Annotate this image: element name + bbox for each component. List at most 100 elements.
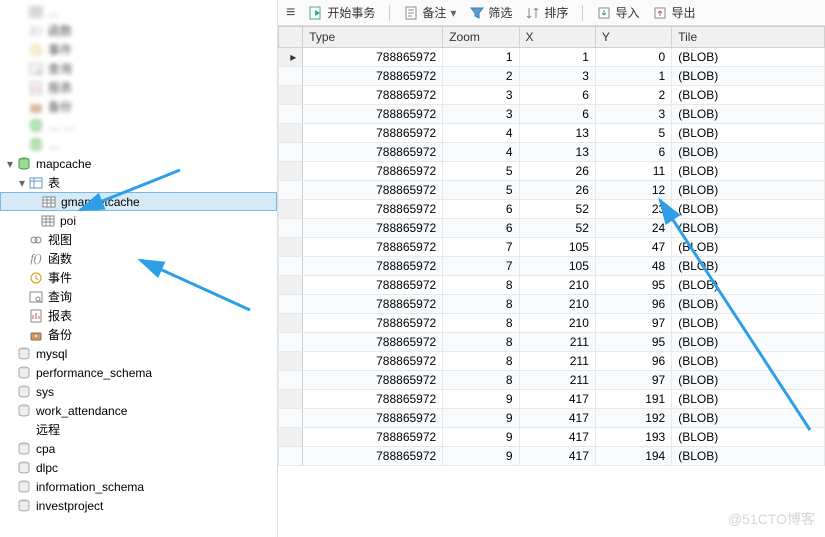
row-indicator — [279, 219, 303, 238]
db-tree-sidebar: …f()函数事件查询报表备份… ……▾mapcache▾表gmapnetcach… — [0, 0, 278, 537]
row-indicator — [279, 86, 303, 105]
row-indicator — [279, 105, 303, 124]
tree-db-mysql[interactable]: mysql — [0, 344, 277, 363]
tree-tables[interactable]: ▾表 — [0, 173, 277, 192]
table-row[interactable]: 78886597252611(BLOB) — [279, 162, 825, 181]
table-row[interactable]: 7888659724135(BLOB) — [279, 124, 825, 143]
row-indicator — [279, 200, 303, 219]
table-row[interactable]: 788865972821195(BLOB) — [279, 333, 825, 352]
main-panel: ≡ 开始事务 备注 ▾ 筛选 排序 导入 导出 TypeZoomXYTile▸7… — [278, 0, 825, 537]
event-icon — [28, 270, 44, 286]
tree-reports[interactable]: 报表 — [0, 306, 277, 325]
table-row[interactable]: 788865972821095(BLOB) — [279, 276, 825, 295]
tree-db-sys[interactable]: sys — [0, 382, 277, 401]
table-row[interactable]: ▸788865972110(BLOB) — [279, 48, 825, 67]
tree-db-cpa[interactable]: cpa — [0, 439, 277, 458]
row-indicator — [279, 124, 303, 143]
row-indicator — [279, 352, 303, 371]
tree-db-perf[interactable]: performance_schema — [0, 363, 277, 382]
tree-blurred-0[interactable]: … — [0, 2, 277, 21]
row-indicator — [279, 67, 303, 86]
tree-functions[interactable]: f()函数 — [0, 249, 277, 268]
row-indicator — [279, 314, 303, 333]
table-row[interactable]: 788865972821096(BLOB) — [279, 295, 825, 314]
query-icon — [28, 61, 44, 77]
tree-blurred-3[interactable]: 查询 — [0, 59, 277, 78]
tables-icon — [28, 175, 44, 191]
row-indicator: ▸ — [279, 48, 303, 67]
row-indicator — [279, 295, 303, 314]
table-row[interactable]: 7888659729417192(BLOB) — [279, 409, 825, 428]
row-indicator — [279, 447, 303, 466]
table-row[interactable]: 7888659724136(BLOB) — [279, 143, 825, 162]
table-row[interactable]: 7888659729417194(BLOB) — [279, 447, 825, 466]
sort-button[interactable]: 排序 — [526, 4, 568, 21]
note-button[interactable]: 备注 ▾ — [404, 4, 456, 21]
tree-db-dlpc[interactable]: dlpc — [0, 458, 277, 477]
watermark: @51CTO博客 — [728, 509, 815, 529]
dbgrey-icon — [16, 441, 32, 457]
tree-remote-label[interactable]: 远程 — [0, 420, 277, 439]
table-row[interactable]: 7888659729417193(BLOB) — [279, 428, 825, 447]
dbgrey-icon — [16, 498, 32, 514]
null-icon — [16, 422, 32, 438]
db-icon — [16, 156, 32, 172]
start-transaction-button[interactable]: 开始事务 — [309, 4, 375, 21]
report-icon — [28, 308, 44, 324]
tree-events[interactable]: 事件 — [0, 268, 277, 287]
table-row[interactable]: 78886597265223(BLOB) — [279, 200, 825, 219]
tree-blurred-2[interactable]: 事件 — [0, 40, 277, 59]
col-y[interactable]: Y — [595, 27, 671, 48]
data-grid[interactable]: TypeZoomXYTile▸788865972110(BLOB)7888659… — [278, 26, 825, 537]
tree-blurred-6[interactable]: … … — [0, 116, 277, 135]
dbgrey-icon — [16, 460, 32, 476]
menu-icon[interactable]: ≡ — [286, 4, 295, 22]
view-icon — [28, 232, 44, 248]
tree-db-work[interactable]: work_attendance — [0, 401, 277, 420]
table-row[interactable]: 788865972821197(BLOB) — [279, 371, 825, 390]
dbgrey-icon — [16, 403, 32, 419]
table-icon — [28, 4, 44, 20]
col-type[interactable]: Type — [303, 27, 443, 48]
table-row[interactable]: 788865972821196(BLOB) — [279, 352, 825, 371]
row-indicator — [279, 162, 303, 181]
report-icon — [28, 80, 44, 96]
row-indicator — [279, 276, 303, 295]
tree-views[interactable]: 视图 — [0, 230, 277, 249]
row-indicator — [279, 390, 303, 409]
tree-blurred-5[interactable]: 备份 — [0, 97, 277, 116]
table-row[interactable]: 788865972363(BLOB) — [279, 105, 825, 124]
tree-blurred-1[interactable]: f()函数 — [0, 21, 277, 40]
event-icon — [28, 42, 44, 58]
table-row[interactable]: 788865972362(BLOB) — [279, 86, 825, 105]
table-row[interactable]: 788865972231(BLOB) — [279, 67, 825, 86]
tree-db-invest[interactable]: investproject — [0, 496, 277, 515]
row-indicator — [279, 409, 303, 428]
dbgrey-icon — [16, 346, 32, 362]
tree-blurred-4[interactable]: 报表 — [0, 78, 277, 97]
col-tile[interactable]: Tile — [672, 27, 825, 48]
row-indicator — [279, 181, 303, 200]
tree-db-info[interactable]: information_schema — [0, 477, 277, 496]
import-button[interactable]: 导入 — [597, 4, 639, 21]
table-row[interactable]: 7888659729417191(BLOB) — [279, 390, 825, 409]
export-button[interactable]: 导出 — [653, 4, 695, 21]
table-row[interactable]: 78886597265224(BLOB) — [279, 219, 825, 238]
col-x[interactable]: X — [519, 27, 595, 48]
tree-blurred-7[interactable]: … — [0, 135, 277, 154]
table-row[interactable]: 788865972710547(BLOB) — [279, 238, 825, 257]
table-row[interactable]: 78886597252612(BLOB) — [279, 181, 825, 200]
row-indicator — [279, 238, 303, 257]
tree-table-poi[interactable]: poi — [0, 211, 277, 230]
tree-db-mapcache[interactable]: ▾mapcache — [0, 154, 277, 173]
tree-backups[interactable]: 备份 — [0, 325, 277, 344]
table-row[interactable]: 788865972821097(BLOB) — [279, 314, 825, 333]
filter-button[interactable]: 筛选 — [470, 4, 512, 21]
table-row[interactable]: 788865972710548(BLOB) — [279, 257, 825, 276]
dbgrey-icon — [16, 479, 32, 495]
tree-queries[interactable]: 查询 — [0, 287, 277, 306]
tree-table-gmapnetcache[interactable]: gmapnetcache — [0, 192, 277, 211]
col-zoom[interactable]: Zoom — [443, 27, 519, 48]
fx-icon: f() — [28, 23, 44, 39]
row-indicator — [279, 257, 303, 276]
